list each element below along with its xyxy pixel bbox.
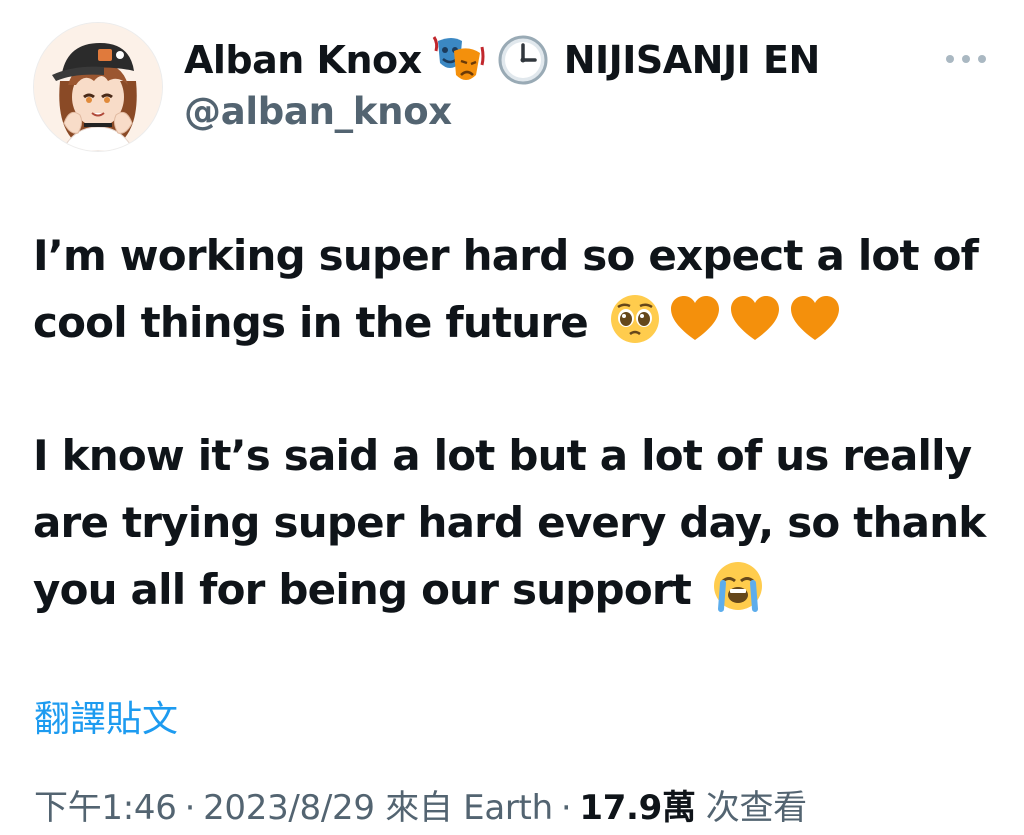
orange-heart-emoji-icon xyxy=(728,292,782,346)
more-dots-icon xyxy=(946,55,986,63)
orange-heart-emoji-icon xyxy=(668,292,722,346)
tweet-text: I’m working super hard so expect a lot o… xyxy=(33,222,1008,623)
orange-heart-emoji-icon xyxy=(788,292,842,346)
tweet-paragraph-text: I know it’s said a lot but a lot of us r… xyxy=(33,431,986,614)
tweet-paragraph: I know it’s said a lot but a lot of us r… xyxy=(33,422,1008,623)
display-name[interactable]: Alban Knox xyxy=(184,38,422,82)
meta-separator: · xyxy=(560,788,572,828)
tweet-paragraph: I’m working super hard so expect a lot o… xyxy=(33,222,1008,356)
loudly-crying-face-emoji-icon xyxy=(711,559,765,613)
author-handle[interactable]: @alban_knox xyxy=(184,90,452,133)
avatar-illustration xyxy=(34,23,162,151)
more-options-button[interactable] xyxy=(940,44,992,74)
tweet-source: 來自 Earth xyxy=(385,788,553,828)
pleading-face-emoji-icon xyxy=(608,292,662,346)
views-count[interactable]: 17.9 xyxy=(579,788,662,828)
tweet-time[interactable]: 下午1:46 xyxy=(34,788,177,828)
clock-emoji-icon xyxy=(496,33,550,87)
meta-separator: · xyxy=(184,788,196,828)
views-label: 次查看 xyxy=(705,788,807,828)
org-name: NIJISANJI EN xyxy=(563,38,821,82)
avatar[interactable] xyxy=(33,22,163,152)
performing-arts-emoji-icon xyxy=(432,33,486,87)
translate-post-link[interactable]: 翻譯貼文 xyxy=(34,690,178,742)
author-name-row[interactable]: Alban Knox NIJISANJI EN xyxy=(184,32,820,88)
tweet-meta: 下午1:46 · 2023/8/29 來自 Earth · 17.9萬 次查看 xyxy=(34,780,807,829)
tweet-card: Alban Knox NIJISANJI EN @alban_knox I’m … xyxy=(0,0,1024,835)
tweet-date[interactable]: 2023/8/29 xyxy=(203,788,375,828)
views-unit: 萬 xyxy=(662,788,696,828)
